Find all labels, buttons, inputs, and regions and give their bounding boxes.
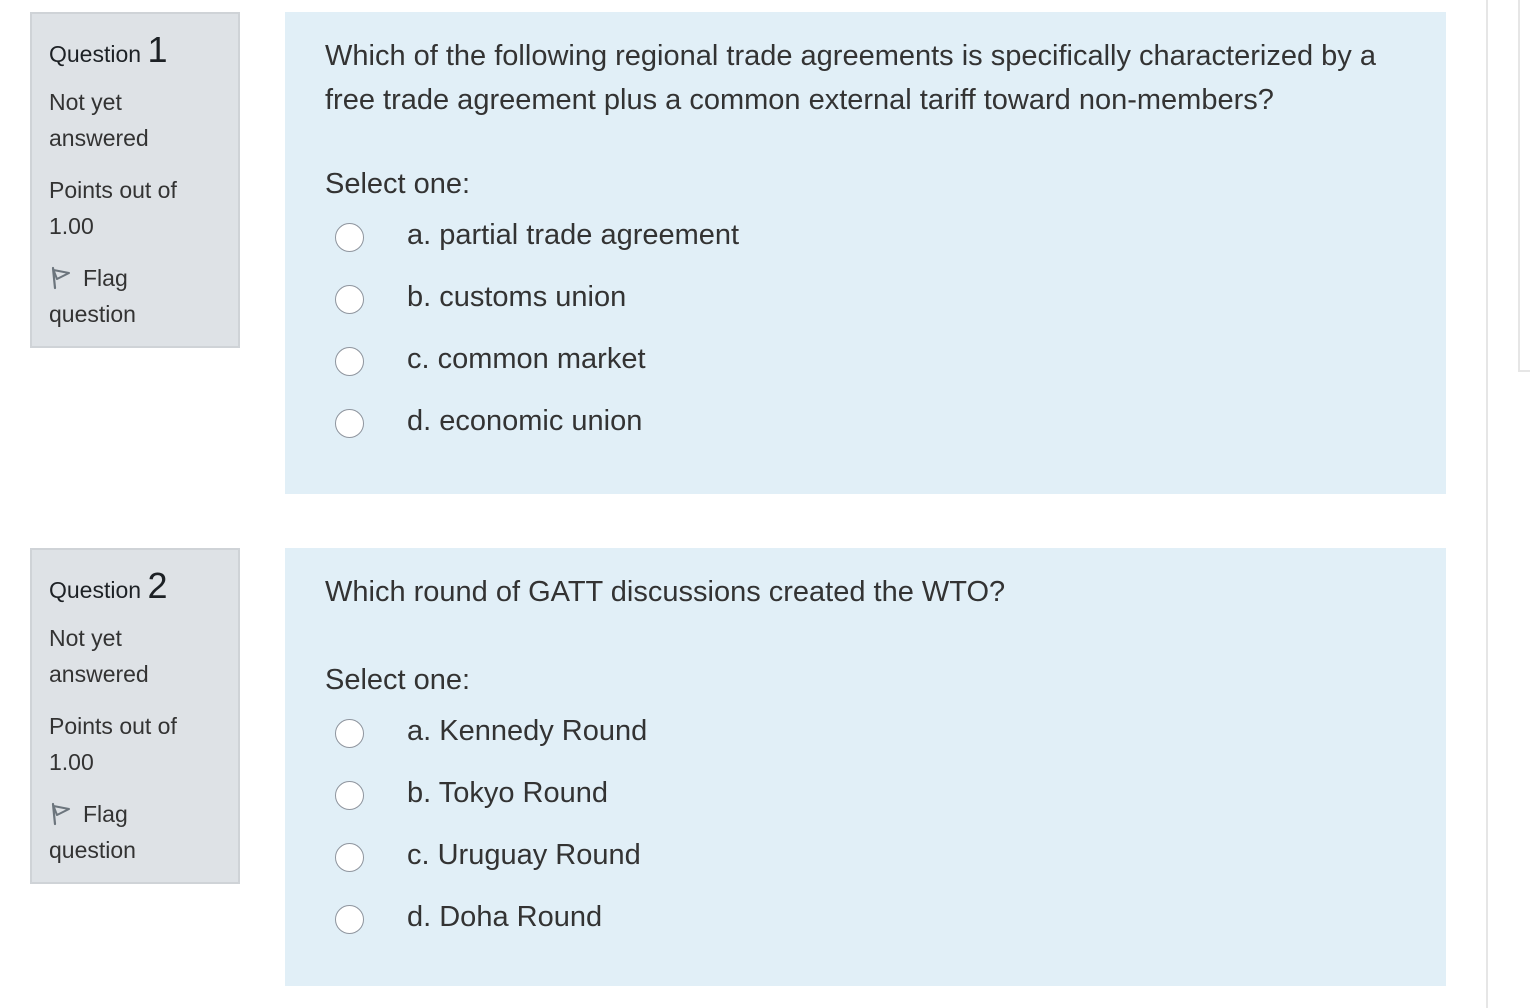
flag-label-line1[interactable]: Flag <box>83 265 128 291</box>
answer-list: a. Kennedy Round b. Tokyo Round c. Urugu… <box>325 715 1406 963</box>
question-state-line1: Not yet <box>49 89 122 115</box>
radio-button[interactable] <box>335 781 364 810</box>
answer-list: a. partial trade agreement b. customs un… <box>325 219 1406 467</box>
question-content: Which round of GATT discussions created … <box>285 548 1446 986</box>
question-label: Question <box>49 577 142 603</box>
answer-label[interactable]: c. common market <box>407 341 646 377</box>
answer-option[interactable]: b. customs union <box>325 281 1406 343</box>
question-state-line2: answered <box>49 661 149 687</box>
answer-label[interactable]: b. customs union <box>407 279 626 315</box>
flag-label-line1[interactable]: Flag <box>83 801 128 827</box>
question-number: 2 <box>147 565 168 606</box>
answer-label[interactable]: a. Kennedy Round <box>407 713 647 749</box>
answer-option[interactable]: a. partial trade agreement <box>325 219 1406 281</box>
question-label: Question <box>49 41 142 67</box>
radio-button[interactable] <box>335 719 364 748</box>
answer-option[interactable]: b. Tokyo Round <box>325 777 1406 839</box>
answer-option[interactable]: d. Doha Round <box>325 901 1406 963</box>
flag-question-link[interactable]: Flag question <box>49 260 209 332</box>
question-state-line1: Not yet <box>49 625 122 651</box>
radio-button[interactable] <box>335 223 364 252</box>
side-panel-edge <box>1518 0 1530 372</box>
question-grade-line1: Points out of <box>49 713 177 739</box>
radio-button[interactable] <box>335 285 364 314</box>
answer-option[interactable]: a. Kennedy Round <box>325 715 1406 777</box>
question-state-line2: answered <box>49 125 149 151</box>
radio-button[interactable] <box>335 347 364 376</box>
select-one-prompt: Select one: <box>325 664 471 696</box>
question-state: Not yet answered <box>49 620 209 692</box>
answer-label[interactable]: d. Doha Round <box>407 899 602 935</box>
question-grade: Points out of 1.00 <box>49 172 209 244</box>
answer-option[interactable]: c. Uruguay Round <box>325 839 1406 901</box>
answer-label[interactable]: d. economic union <box>407 403 642 439</box>
page-divider-line <box>1486 0 1488 1008</box>
question-grade-line1: Points out of <box>49 177 177 203</box>
question-text: Which round of GATT discussions created … <box>325 576 1006 608</box>
flag-icon[interactable] <box>49 800 73 826</box>
question-grade-line2: 1.00 <box>49 213 94 239</box>
question-grade: Points out of 1.00 <box>49 708 209 780</box>
question-text: Which of the following regional trade ag… <box>325 40 1376 116</box>
question-info-panel: Question 2 Not yet answered Points out o… <box>30 548 240 884</box>
quiz-page: Question 1 Not yet answered Points out o… <box>0 0 1530 1008</box>
question-info-panel: Question 1 Not yet answered Points out o… <box>30 12 240 348</box>
question-number-heading: Question 2 <box>49 566 238 606</box>
radio-button[interactable] <box>335 409 364 438</box>
answer-label[interactable]: b. Tokyo Round <box>407 775 608 811</box>
question-number-heading: Question 1 <box>49 30 238 70</box>
answer-label[interactable]: a. partial trade agreement <box>407 217 739 253</box>
radio-button[interactable] <box>335 843 364 872</box>
select-one-prompt: Select one: <box>325 168 471 200</box>
flag-icon[interactable] <box>49 264 73 290</box>
flag-label-line2[interactable]: question <box>49 296 209 332</box>
question-number: 1 <box>147 29 168 70</box>
question-content: Which of the following regional trade ag… <box>285 12 1446 494</box>
question-grade-line2: 1.00 <box>49 749 94 775</box>
flag-label-line2[interactable]: question <box>49 832 209 868</box>
question-state: Not yet answered <box>49 84 209 156</box>
answer-option[interactable]: d. economic union <box>325 405 1406 467</box>
answer-label[interactable]: c. Uruguay Round <box>407 837 641 873</box>
flag-question-link[interactable]: Flag question <box>49 796 209 868</box>
answer-option[interactable]: c. common market <box>325 343 1406 405</box>
radio-button[interactable] <box>335 905 364 934</box>
